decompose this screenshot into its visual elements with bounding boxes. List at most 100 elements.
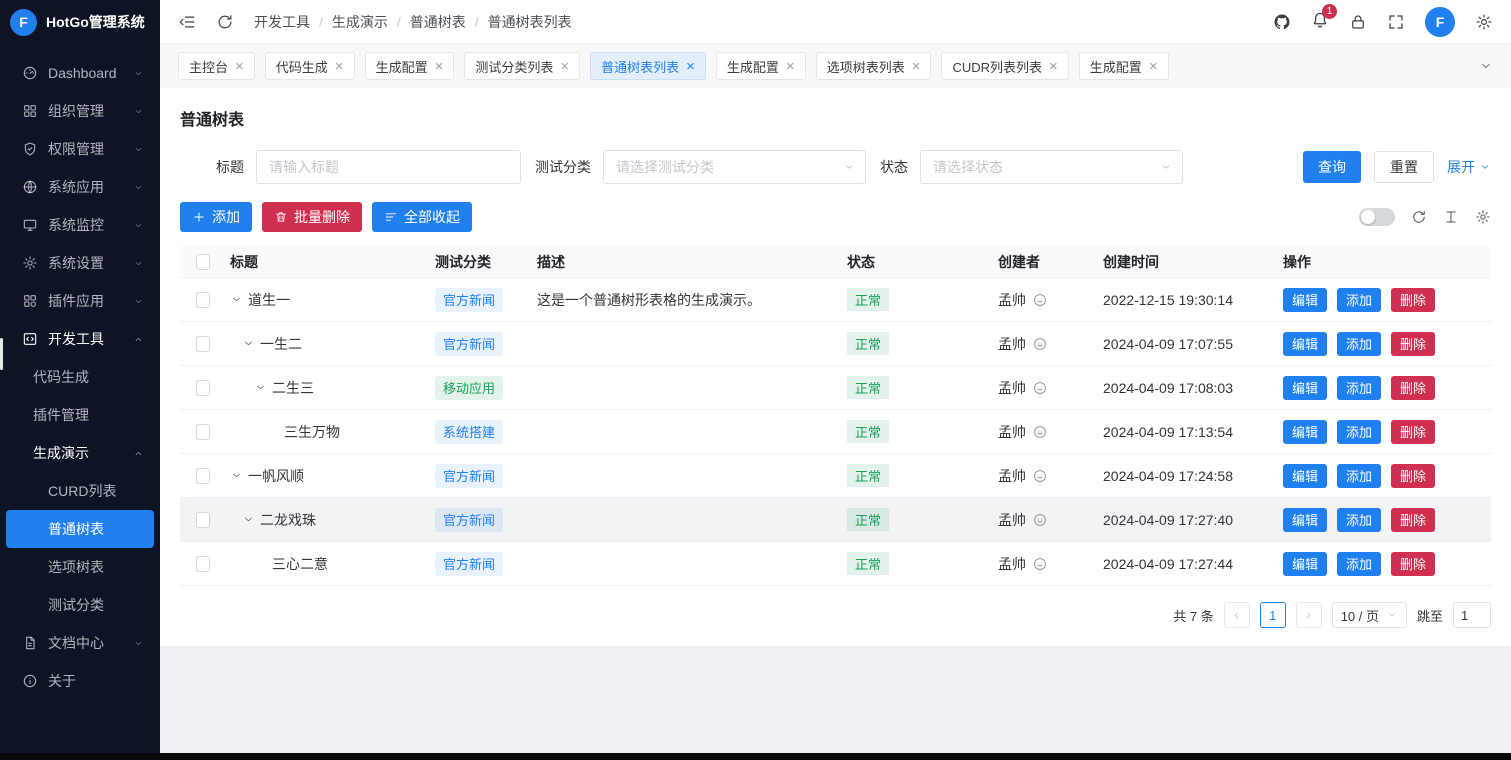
sidebar-item[interactable]: 系统应用 [6, 168, 154, 206]
row-checkbox[interactable] [196, 380, 210, 396]
add-row-button[interactable]: 添加 [1337, 376, 1381, 400]
row-checkbox[interactable] [196, 292, 210, 308]
add-row-button[interactable]: 添加 [1337, 464, 1381, 488]
sidebar-item[interactable]: CURD列表 [6, 472, 154, 510]
edit-button[interactable]: 编辑 [1283, 420, 1327, 444]
sidebar-item[interactable]: 开发工具 [6, 320, 154, 358]
add-row-button[interactable]: 添加 [1337, 420, 1381, 444]
sidebar-collapse-icon[interactable] [178, 13, 196, 31]
tab-close-icon[interactable]: × [1049, 59, 1058, 74]
sidebar-item[interactable]: 系统监控 [6, 206, 154, 244]
pagination-next-button[interactable] [1296, 602, 1322, 628]
creator-info-icon[interactable] [1032, 556, 1048, 572]
tab-close-icon[interactable]: × [912, 59, 921, 74]
tab-close-icon[interactable]: × [435, 59, 444, 74]
row-checkbox[interactable] [196, 468, 210, 484]
edit-button[interactable]: 编辑 [1283, 332, 1327, 356]
breadcrumb-item[interactable]: 普通树表 [410, 12, 466, 32]
row-checkbox[interactable] [196, 336, 210, 352]
query-button[interactable]: 查询 [1303, 151, 1361, 183]
tab-close-icon[interactable]: × [560, 59, 569, 74]
edit-button[interactable]: 编辑 [1283, 288, 1327, 312]
delete-button[interactable]: 删除 [1391, 376, 1435, 400]
creator-info-icon[interactable] [1032, 468, 1048, 484]
creator-info-icon[interactable] [1032, 424, 1048, 440]
sidebar-item[interactable]: 生成演示 [6, 434, 154, 472]
add-row-button[interactable]: 添加 [1337, 552, 1381, 576]
app-logo[interactable]: F HotGo管理系统 [0, 0, 160, 44]
expand-chevron-icon[interactable] [254, 381, 267, 394]
row-checkbox[interactable] [196, 424, 210, 440]
status-select[interactable]: 请选择状态 [920, 150, 1183, 184]
select-all-checkbox[interactable] [196, 254, 210, 270]
collapse-all-button[interactable]: 全部收起 [372, 202, 472, 232]
row-checkbox[interactable] [196, 512, 210, 528]
expand-chevron-icon[interactable] [230, 293, 243, 306]
sidebar-item[interactable]: 插件管理 [6, 396, 154, 434]
add-row-button[interactable]: 添加 [1337, 508, 1381, 532]
tab[interactable]: 生成配置× [365, 52, 455, 80]
reset-button[interactable]: 重置 [1374, 151, 1434, 183]
delete-button[interactable]: 删除 [1391, 552, 1435, 576]
add-button[interactable]: 添加 [180, 202, 252, 232]
tab[interactable]: 主控台× [178, 52, 255, 80]
edit-button[interactable]: 编辑 [1283, 552, 1327, 576]
jump-page-input[interactable] [1453, 602, 1491, 628]
breadcrumb-item[interactable]: 普通树表列表 [488, 12, 572, 32]
sidebar-item[interactable]: 组织管理 [6, 92, 154, 130]
sidebar-item[interactable]: 普通树表 [6, 510, 154, 548]
page-refresh-icon[interactable] [216, 13, 234, 31]
delete-button[interactable]: 删除 [1391, 332, 1435, 356]
table-reload-icon[interactable] [1411, 209, 1427, 225]
column-settings-icon[interactable] [1475, 209, 1491, 225]
sidebar-item[interactable]: 系统设置 [6, 244, 154, 282]
tab-close-icon[interactable]: × [1149, 59, 1158, 74]
tab[interactable]: 代码生成× [265, 52, 355, 80]
page-size-select[interactable]: 10 / 页 [1332, 602, 1407, 628]
creator-info-icon[interactable] [1032, 380, 1048, 396]
tab[interactable]: 测试分类列表× [464, 52, 580, 80]
delete-button[interactable]: 删除 [1391, 508, 1435, 532]
table-density-icon[interactable] [1443, 209, 1459, 225]
tabbar-menu-chevron-icon[interactable] [1479, 59, 1493, 73]
sidebar-scrollbar[interactable] [0, 338, 3, 370]
batch-delete-button[interactable]: 批量删除 [262, 202, 362, 232]
striped-toggle[interactable] [1359, 208, 1395, 226]
sidebar-item[interactable]: 插件应用 [6, 282, 154, 320]
sidebar-item[interactable]: 文档中心 [6, 624, 154, 662]
add-row-button[interactable]: 添加 [1337, 332, 1381, 356]
sidebar-item[interactable]: 代码生成 [6, 358, 154, 396]
tab-close-icon[interactable]: × [686, 59, 695, 74]
creator-info-icon[interactable] [1032, 336, 1048, 352]
expand-chevron-icon[interactable] [242, 513, 255, 526]
creator-info-icon[interactable] [1032, 292, 1048, 308]
expand-chevron-icon[interactable] [242, 337, 255, 350]
tab[interactable]: CUDR列表列表× [941, 52, 1068, 80]
lock-screen-icon[interactable] [1349, 13, 1367, 31]
delete-button[interactable]: 删除 [1391, 420, 1435, 444]
sidebar-item[interactable]: Dashboard [6, 54, 154, 92]
edit-button[interactable]: 编辑 [1283, 464, 1327, 488]
pagination-prev-button[interactable] [1224, 602, 1250, 628]
sidebar-item[interactable]: 关于 [6, 662, 154, 700]
title-search-input[interactable] [256, 150, 521, 184]
sidebar-item[interactable]: 权限管理 [6, 130, 154, 168]
tab-close-icon[interactable]: × [786, 59, 795, 74]
row-checkbox[interactable] [196, 556, 210, 572]
tab[interactable]: 生成配置× [716, 52, 806, 80]
expand-filters-link[interactable]: 展开 [1447, 157, 1491, 177]
tab-close-icon[interactable]: × [335, 59, 344, 74]
add-row-button[interactable]: 添加 [1337, 288, 1381, 312]
pagination-page-button[interactable]: 1 [1260, 602, 1286, 628]
sidebar-item[interactable]: 选项树表 [6, 548, 154, 586]
edit-button[interactable]: 编辑 [1283, 376, 1327, 400]
test-category-select[interactable]: 请选择测试分类 [603, 150, 866, 184]
github-icon[interactable] [1273, 13, 1291, 31]
delete-button[interactable]: 删除 [1391, 288, 1435, 312]
breadcrumb-item[interactable]: 生成演示 [332, 12, 388, 32]
tab[interactable]: 普通树表列表× [590, 52, 706, 80]
tab[interactable]: 选项树表列表× [816, 52, 932, 80]
sidebar-item[interactable]: 测试分类 [6, 586, 154, 624]
settings-gear-icon[interactable] [1475, 13, 1493, 31]
edit-button[interactable]: 编辑 [1283, 508, 1327, 532]
